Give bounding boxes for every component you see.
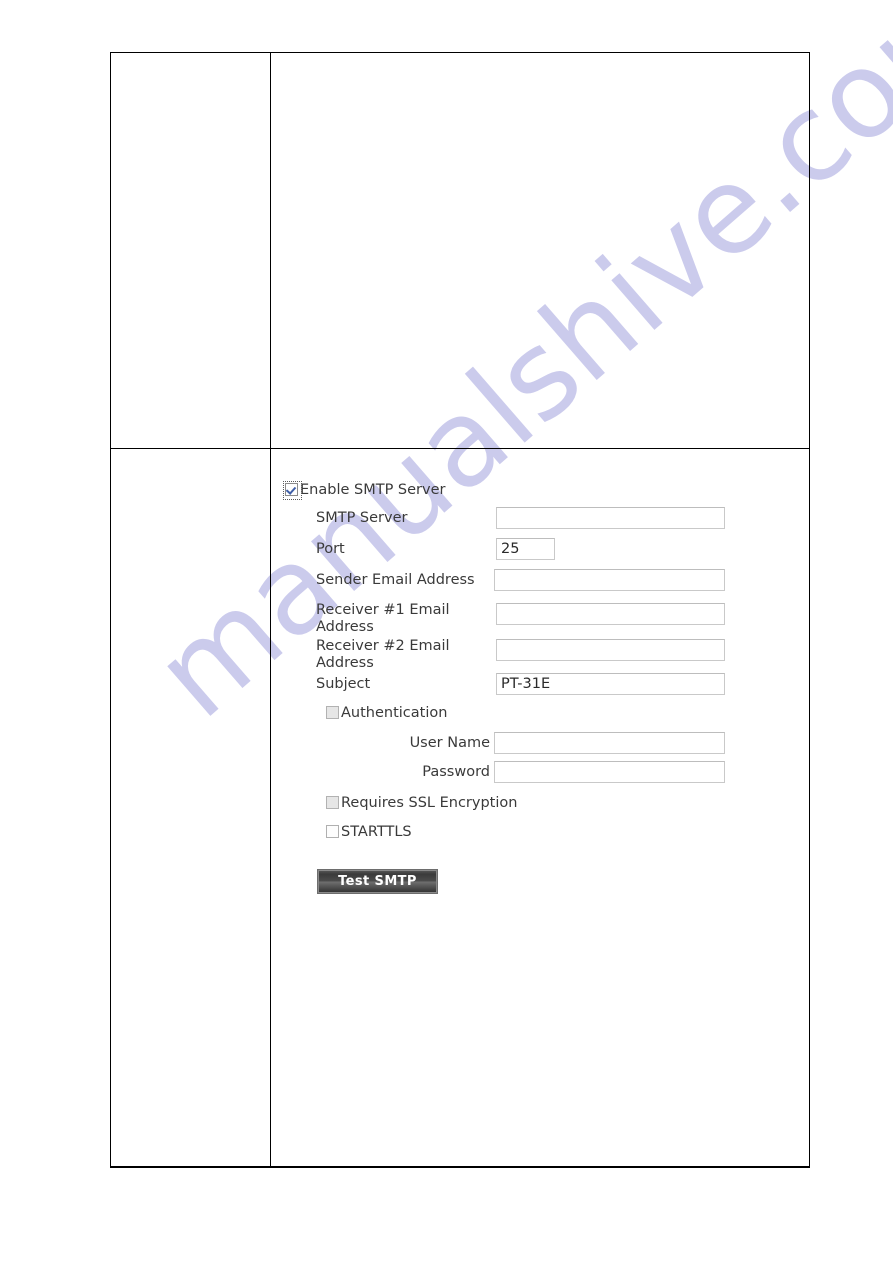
port-label: Port <box>316 541 345 557</box>
focus-ring <box>283 481 302 500</box>
ssl-encryption-checkbox[interactable] <box>326 796 339 809</box>
field-row-subject: Subject <box>285 673 745 706</box>
username-input[interactable] <box>494 732 725 754</box>
enable-smtp-checkbox[interactable] <box>283 481 302 500</box>
column-divider <box>270 53 271 449</box>
smtp-server-label: SMTP Server <box>316 510 408 526</box>
field-row-password: Password <box>285 761 745 796</box>
smtp-server-input[interactable] <box>496 507 725 529</box>
receiver2-email-label: Receiver #2 Email Address <box>316 638 450 671</box>
field-row-username: User Name <box>285 732 745 761</box>
test-smtp-button[interactable]: Test SMTP <box>317 869 438 894</box>
port-input[interactable] <box>496 538 555 560</box>
field-row-receiver2-email: Receiver #2 Email Address <box>285 637 745 673</box>
field-row-receiver1-email: Receiver #1 Email Address <box>285 601 745 637</box>
ssl-encryption-label: Requires SSL Encryption <box>341 795 518 811</box>
field-row-port: Port <box>285 538 745 569</box>
authentication-checkbox[interactable] <box>326 706 339 719</box>
table-row <box>110 52 810 449</box>
column-divider <box>270 449 271 1168</box>
password-input[interactable] <box>494 761 725 783</box>
smtp-settings-form: Enable SMTP Server SMTP Server Port Send… <box>283 481 745 899</box>
subject-input[interactable] <box>496 673 725 695</box>
starttls-checkbox[interactable] <box>326 825 339 838</box>
subject-label: Subject <box>316 676 371 692</box>
starttls-row[interactable]: STARTTLS <box>285 825 745 869</box>
field-row-sender-email: Sender Email Address <box>285 569 745 601</box>
authentication-label: Authentication <box>341 705 448 721</box>
receiver2-email-input[interactable] <box>496 639 725 661</box>
receiver1-email-input[interactable] <box>496 603 725 625</box>
test-smtp-row: Test SMTP <box>285 869 745 899</box>
password-label: Password <box>422 764 490 780</box>
sender-email-input[interactable] <box>494 569 725 591</box>
authentication-row[interactable]: Authentication <box>285 706 745 732</box>
sender-email-label: Sender Email Address <box>316 572 475 588</box>
enable-smtp-label: Enable SMTP Server <box>300 482 446 498</box>
username-label: User Name <box>409 735 490 751</box>
starttls-label: STARTTLS <box>341 824 412 840</box>
receiver1-email-label: Receiver #1 Email Address <box>316 602 450 635</box>
ssl-encryption-row[interactable]: Requires SSL Encryption <box>285 796 745 825</box>
enable-smtp-row[interactable]: Enable SMTP Server <box>283 481 745 507</box>
field-row-smtp-server: SMTP Server <box>285 507 745 538</box>
